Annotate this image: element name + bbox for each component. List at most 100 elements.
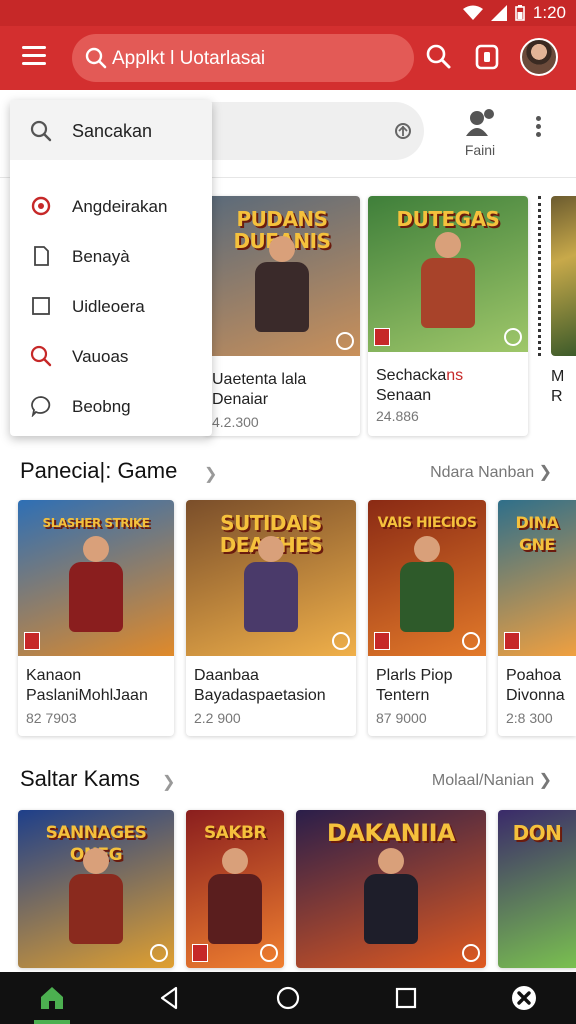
card-art-title: DINA GNE (515, 513, 559, 554)
game-controller-icon[interactable] (510, 984, 538, 1012)
section-more-link[interactable]: Ndara Nanban ❯ (430, 462, 552, 482)
hero-figure (356, 848, 426, 958)
card-title: Plarls Piop (376, 667, 453, 684)
dropdown-item-2[interactable]: Benayà (10, 232, 212, 282)
card-art-title: DUTEGAS (396, 207, 500, 231)
search-icon (30, 120, 52, 142)
dropdown-item-label: Uidleoera (72, 297, 145, 316)
card-title: Poahoa (506, 667, 562, 684)
dropdown-search-input[interactable]: Sancakan (10, 100, 212, 160)
profile-label: Faini (464, 142, 496, 158)
game-card[interactable]: VAIS HIECIOS Plarls Piop Tentern 87 9000 (368, 500, 486, 736)
search-icon[interactable] (424, 42, 454, 72)
home-circle-icon[interactable] (274, 984, 302, 1012)
card-cover-image: DUTEGAS (368, 196, 528, 352)
more-options-icon[interactable] (530, 116, 546, 142)
signal-icon (490, 5, 507, 21)
card-cover-image: DINA GNE (498, 500, 576, 656)
location-icon[interactable] (392, 120, 414, 142)
rating-badge-icon (504, 328, 522, 346)
chevron-right-icon[interactable]: ❯ (162, 772, 175, 792)
card-meta: 87 9000 (376, 710, 427, 726)
chevron-right-icon[interactable]: ❯ (204, 464, 217, 484)
age-rating-icon (374, 632, 390, 650)
document-icon (34, 246, 49, 266)
featured-card-3-peek[interactable] (551, 196, 576, 356)
card-cover-image: SAKBR (186, 810, 284, 968)
card-title: M (551, 368, 565, 385)
card-title: Daanbaa (194, 667, 259, 684)
card-title: Sechackans (376, 367, 464, 384)
game-card[interactable]: DON (498, 810, 576, 968)
dropdown-item-label: Benayà (72, 247, 130, 266)
dropdown-item-1[interactable]: Angdeirakan (10, 182, 212, 232)
profile-action[interactable]: Faini (455, 108, 505, 158)
back-icon[interactable] (156, 984, 184, 1012)
top-search-text: Applkt l Uotarlasai (112, 48, 266, 69)
dropdown-item-5[interactable]: Beobng (10, 382, 212, 432)
card-cover-image: SUTIDAIS DEAKHES (186, 500, 356, 656)
recents-icon[interactable] (392, 984, 420, 1012)
card-art-title: DON (512, 821, 562, 845)
dropdown-item-4[interactable]: Vauoas (10, 332, 212, 382)
game-card[interactable]: DAKANIIA (296, 810, 486, 968)
active-tab-indicator (34, 1020, 70, 1024)
app-bar: Applkt l Uotarlasai (0, 26, 576, 90)
card-cover-image: SANNAGES ONEG (18, 810, 174, 968)
carousel-indicator (538, 196, 543, 356)
hero-figure (61, 536, 131, 646)
hero-figure (200, 848, 270, 958)
card-subtitle: Denaiar (212, 391, 269, 408)
section-header: Panecia|: Game ❯ Ndara Nanban ❯ (0, 458, 576, 488)
dropdown-item-label: Beobng (72, 397, 131, 416)
menu-icon[interactable] (22, 46, 46, 66)
top-search-bar[interactable]: Applkt l Uotarlasai (72, 34, 414, 82)
featured-card-2[interactable]: DUTEGAS Sechackans Senaan 24.886 (368, 196, 528, 436)
home-icon[interactable] (38, 984, 66, 1012)
search-icon (85, 47, 107, 69)
section-title: Saltar Kams (20, 766, 140, 791)
system-nav-bar (0, 972, 576, 1024)
square-icon (32, 297, 50, 315)
dropdown-item-3[interactable]: Uidleoera (10, 282, 212, 332)
battery-icon (515, 5, 525, 21)
target-icon (31, 196, 51, 216)
game-card[interactable]: SANNAGES ONEG (18, 810, 174, 968)
section-title: Panecia|: Game (20, 458, 178, 483)
download-box-icon[interactable] (472, 42, 502, 72)
hero-figure (413, 232, 483, 342)
avatar[interactable] (520, 38, 558, 76)
game-card[interactable]: DINA GNE Poahoa Divonna 2:8 300 (498, 500, 576, 736)
rating-badge-icon (462, 632, 480, 650)
dropdown-item-label: Vauoas (72, 347, 129, 366)
game-card[interactable]: SUTIDAIS DEAKHES Daanbaa Bayadaspaetasio… (186, 500, 356, 736)
dropdown-item-label: Angdeirakan (72, 197, 168, 216)
status-time: 1:20 (532, 3, 566, 22)
section-more-link[interactable]: Molaal/Nanian ❯ (432, 770, 552, 790)
card-meta: 82 7903 (26, 710, 77, 726)
age-rating-icon (192, 944, 208, 962)
rating-badge-icon (462, 944, 480, 962)
card-cover-image: DAKANIIA (296, 810, 486, 968)
card-art-title: VAIS HIECIOS (377, 515, 477, 531)
age-rating-icon (374, 328, 390, 346)
rating-badge-icon (260, 944, 278, 962)
age-rating-icon (504, 632, 520, 650)
rating-badge-icon (150, 944, 168, 962)
card-title: Uaetenta lala (212, 371, 307, 388)
rating-badge-icon (332, 632, 350, 650)
hero-figure (392, 536, 462, 646)
card-subtitle: Divonna (506, 687, 565, 704)
card-meta: 24.886 (376, 408, 419, 424)
card-cover-image: DON (498, 810, 576, 968)
chat-bubble-icon (31, 396, 51, 417)
game-card[interactable]: SAKBR (186, 810, 284, 968)
card-meta: 4.2.300 (212, 414, 259, 430)
card-subtitle: Senaan (376, 387, 432, 404)
card-subtitle: Bayadaspaetasion (194, 687, 326, 704)
person-add-icon (466, 109, 494, 136)
search-suggestions-dropdown: Sancakan Angdeirakan Benayà Uidleoera Va… (10, 100, 212, 436)
wifi-icon (462, 5, 483, 20)
featured-card-1[interactable]: PUDANS DUEANIS Uaetenta lala Denaiar 4.2… (204, 196, 360, 436)
game-card[interactable]: SLASHER STRIKE Kanaon PaslaniMohlJaan 82… (18, 500, 174, 736)
